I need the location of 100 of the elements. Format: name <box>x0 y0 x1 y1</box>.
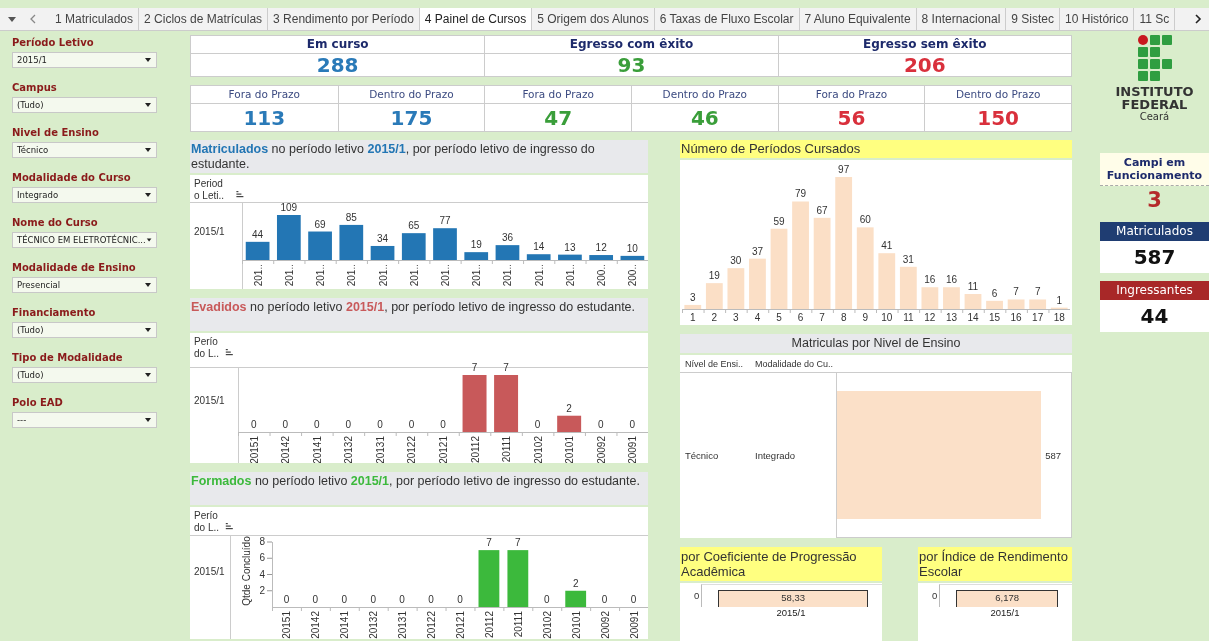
axis-label: 201.. <box>346 264 358 287</box>
axis-label: 201.. <box>315 264 327 287</box>
axis-label: 4 <box>259 568 265 580</box>
sort-icon[interactable] <box>225 349 233 356</box>
bar: 6,178 <box>956 589 1058 607</box>
axis-label: 201.. <box>502 264 514 287</box>
axis-label: 16 <box>1010 312 1022 323</box>
axis-label: 4 <box>754 312 761 323</box>
axis-label: 201.. <box>283 264 295 287</box>
caret-icon[interactable] <box>144 192 152 198</box>
chart-title: Matriculas por Nivel de Ensino <box>680 334 1072 353</box>
axis-label: 201.. <box>408 264 420 287</box>
column-header: Perío do L.. <box>194 336 220 359</box>
axis-label: 20151 <box>281 611 293 639</box>
sort-icon[interactable] <box>225 523 233 530</box>
kpi-label: Em curso <box>191 36 485 54</box>
data-label: 7 <box>503 362 509 373</box>
data-label: 7 <box>515 537 521 549</box>
logo-icon[interactable] <box>1137 35 1172 81</box>
dropdown[interactable]: --- <box>12 412 157 428</box>
axis-label: 20141 <box>311 436 323 463</box>
axis-label: 5 <box>776 312 782 323</box>
dropdown[interactable]: (Tudo) <box>12 367 157 383</box>
kpi-value: 288 <box>315 54 360 77</box>
axis-label: 20092 <box>599 611 611 639</box>
chart-title: Matriculados no período letivo 2015/1, por período letivo de ingresso do estudante. <box>190 140 648 173</box>
data-label: 0 <box>630 594 637 605</box>
caret-icon[interactable] <box>144 417 152 423</box>
caret-icon[interactable] <box>144 102 152 108</box>
axis-label: 12 <box>924 312 936 323</box>
stat-value: 44 <box>1100 300 1209 332</box>
stat-value: 3 <box>1146 187 1163 214</box>
axis-label: 20132 <box>368 611 380 639</box>
axis-label: 201.. <box>377 264 389 287</box>
filter-label: Modalidade de Ensino <box>12 261 137 275</box>
caret-icon[interactable] <box>144 147 152 153</box>
logo-text: Ceará <box>1139 111 1170 122</box>
dropdown[interactable]: Técnico <box>12 142 157 158</box>
stat-value: 587 <box>1100 241 1209 273</box>
filter-label: Polo EAD <box>12 396 64 410</box>
axis-label: 20121 <box>455 611 466 639</box>
data-label: 19 <box>470 239 482 251</box>
data-label: 0 <box>312 594 319 605</box>
axis-label: 201.. <box>533 264 545 287</box>
data-label: 6 <box>991 287 998 299</box>
data-label: 14 <box>533 241 545 253</box>
chart-title: Número de Períodos Cursados <box>680 140 1072 158</box>
dropdown[interactable]: Integrado <box>12 187 157 203</box>
data-label: 41 <box>881 240 893 252</box>
data-label: 44 <box>252 228 264 240</box>
axis-label: 8 <box>259 536 265 547</box>
axis-label: 20102 <box>541 611 553 639</box>
axis-label: 7 <box>819 312 825 323</box>
axis-title: Qtde Concluído <box>241 536 252 606</box>
row-label: 2015/1 <box>194 566 225 577</box>
tab[interactable]: 4 Painel de Cursos <box>419 8 533 30</box>
caret-icon[interactable] <box>144 372 152 378</box>
data-label: 7 <box>471 362 478 373</box>
kpi-label: Dentro do Prazo <box>925 86 1071 104</box>
axis-label: 20101 <box>564 436 576 463</box>
axis-label: 20141 <box>339 611 351 639</box>
dropdown[interactable]: TÉCNICO EM ELETROTÉCNIC... <box>12 232 157 248</box>
chart-title: por Índice de Rendimento Escolar <box>918 547 1072 581</box>
data-label: 36 <box>501 232 513 244</box>
dropdown[interactable]: (Tudo) <box>12 322 157 338</box>
stat-label: Matriculados <box>1100 222 1209 241</box>
filter-label: Modalidade do Curso <box>12 171 132 185</box>
data-label: 0 <box>377 419 383 430</box>
kpi-value: 175 <box>389 105 434 132</box>
axis-label: 1 <box>690 312 696 323</box>
kpi-label: Fora do Prazo <box>485 86 631 104</box>
dropdown[interactable]: Presencial <box>12 277 157 293</box>
axis-label: 20091 <box>627 436 639 463</box>
data-label: 7 <box>1013 286 1019 298</box>
data-label: 109 <box>280 202 298 213</box>
filter-label: Campus <box>12 81 58 95</box>
caret-icon[interactable] <box>144 282 152 288</box>
axis-label: 20112 <box>469 436 481 463</box>
data-label: 0 <box>457 594 463 605</box>
chart-title: por Coeficiente de Progressão Acadêmica <box>680 547 882 581</box>
caret-icon[interactable] <box>144 57 152 63</box>
logo-text: INSTITUTO <box>1115 85 1194 98</box>
axis-label: 20151 <box>248 436 260 463</box>
axis-label: 20102 <box>532 436 544 463</box>
sort-icon[interactable] <box>236 191 244 198</box>
data-label: 0 <box>399 594 405 605</box>
axis-label: 20121 <box>438 436 449 463</box>
data-label: 0 <box>629 419 635 430</box>
axis-label: 200.. <box>596 264 608 287</box>
column-header: Nível de Ensi.. <box>684 358 745 369</box>
data-label: 77 <box>439 215 451 227</box>
dropdown[interactable]: 2015/1 <box>12 52 157 68</box>
axis-label: 14 <box>967 312 979 323</box>
table-cell-text: Integrado <box>754 450 797 461</box>
filter-label: Tipo de Modalidade <box>12 351 124 365</box>
caret-icon[interactable] <box>144 327 152 333</box>
caret-icon[interactable] <box>145 237 152 243</box>
axis-label: 6 <box>259 552 265 564</box>
dropdown[interactable]: (Tudo) <box>12 97 157 113</box>
axis-label: 3 <box>733 312 739 323</box>
